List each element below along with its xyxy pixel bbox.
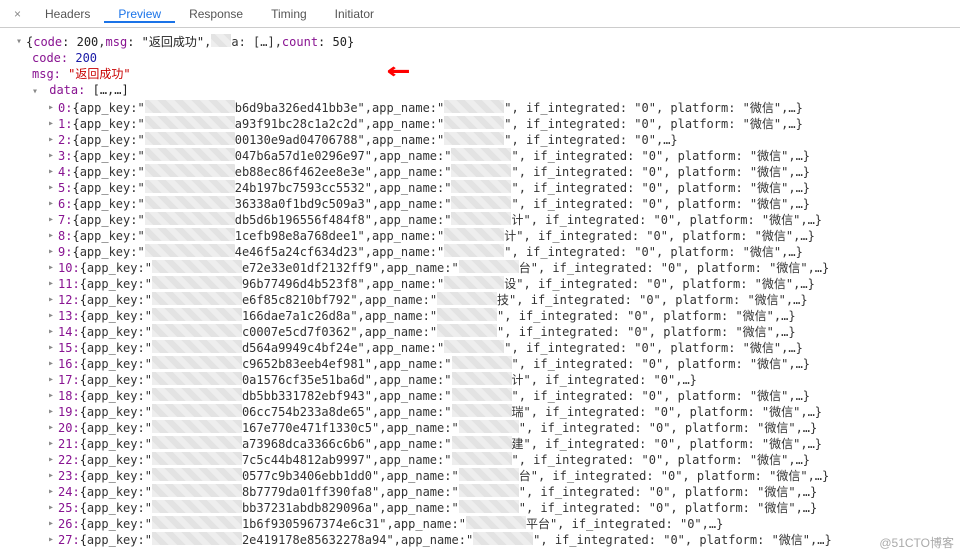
expand-icon[interactable] xyxy=(32,84,42,100)
expand-icon[interactable] xyxy=(48,196,58,212)
data-row[interactable]: 6: {app_key: "36338a0f1bd9c509a3", app_n… xyxy=(16,196,956,212)
expand-icon[interactable] xyxy=(48,324,58,340)
devtools-tabs: × HeadersPreviewResponseTimingInitiator xyxy=(0,0,960,28)
data-row[interactable]: 2: {app_key: "00130e9ad04706788", app_na… xyxy=(16,132,956,148)
expand-icon[interactable] xyxy=(48,132,58,148)
data-row[interactable]: 7: {app_key: "db5d6b196556f484f8", app_n… xyxy=(16,212,956,228)
expand-icon[interactable] xyxy=(48,340,58,356)
expand-icon[interactable] xyxy=(48,356,58,372)
data-row[interactable]: 24: {app_key: "8b7779da01ff390fa8", app_… xyxy=(16,484,956,500)
data-row[interactable]: 19: {app_key: "06cc754b233a8de65", app_n… xyxy=(16,404,956,420)
data-row[interactable]: 20: {app_key: "167e770e471f1330c5", app_… xyxy=(16,420,956,436)
expand-icon[interactable] xyxy=(48,500,58,516)
json-summary-row[interactable]: { code: 200, msg: "返回成功", a: […], count:… xyxy=(16,34,956,50)
data-row[interactable]: 12: {app_key: "e6f85c8210bf792", app_nam… xyxy=(16,292,956,308)
data-row[interactable]: 8: {app_key: "1cefb98e8a768dee1", app_na… xyxy=(16,228,956,244)
data-row[interactable]: 25: {app_key: "bb37231abdb829096a", app_… xyxy=(16,500,956,516)
expand-icon[interactable] xyxy=(48,308,58,324)
expand-icon[interactable] xyxy=(48,276,58,292)
data-row[interactable]: 10: {app_key: "e72e33e01df2132ff9", app_… xyxy=(16,260,956,276)
prop-msg[interactable]: msg: "返回成功" xyxy=(16,66,956,82)
expand-icon[interactable] xyxy=(48,532,58,548)
expand-icon[interactable] xyxy=(48,164,58,180)
prop-data[interactable]: data: […,…] xyxy=(16,82,956,100)
response-preview: ← { code: 200, msg: "返回成功", a: […], coun… xyxy=(0,28,960,554)
data-row[interactable]: 1: {app_key: "a93f91bc28c1a2c2d", app_na… xyxy=(16,116,956,132)
data-row[interactable]: 0: {app_key: "b6d9ba326ed41bb3e", app_na… xyxy=(16,100,956,116)
expand-icon[interactable] xyxy=(48,468,58,484)
prop-code[interactable]: code: 200 xyxy=(16,50,956,66)
watermark: @51CTO博客 xyxy=(879,534,954,551)
expand-icon[interactable] xyxy=(48,116,58,132)
data-row[interactable]: 11: {app_key: "96b77496d4b523f8", app_na… xyxy=(16,276,956,292)
expand-icon[interactable] xyxy=(48,404,58,420)
tab-timing[interactable]: Timing xyxy=(257,7,321,23)
data-row[interactable]: 3: {app_key: "047b6a57d1e0296e97", app_n… xyxy=(16,148,956,164)
expand-icon[interactable] xyxy=(48,388,58,404)
data-row[interactable]: 4: {app_key: "eb88ec86f462ee8e3e", app_n… xyxy=(16,164,956,180)
close-icon[interactable]: × xyxy=(4,7,31,21)
data-row[interactable]: 13: {app_key: "166dae7a1c26d8a", app_nam… xyxy=(16,308,956,324)
data-row[interactable]: 27: {app_key: "2e419178e85632278a94", ap… xyxy=(16,532,956,548)
data-row[interactable]: 26: {app_key: "1b6f9305967374e6c31", app… xyxy=(16,516,956,532)
tab-response[interactable]: Response xyxy=(175,7,257,23)
expand-icon[interactable] xyxy=(48,436,58,452)
expand-icon[interactable] xyxy=(48,452,58,468)
data-row[interactable]: 14: {app_key: "c0007e5cd7f0362", app_nam… xyxy=(16,324,956,340)
expand-icon[interactable] xyxy=(48,420,58,436)
data-row[interactable]: 22: {app_key: "7c5c44b4812ab9997", app_n… xyxy=(16,452,956,468)
data-row[interactable]: 17: {app_key: "0a1576cf35e51ba6d", app_n… xyxy=(16,372,956,388)
tab-headers[interactable]: Headers xyxy=(31,7,104,23)
data-row[interactable]: 18: {app_key: "db5bb331782ebf943", app_n… xyxy=(16,388,956,404)
expand-icon[interactable] xyxy=(48,100,58,116)
data-row[interactable]: 23: {app_key: "0577c9b3406ebb1dd0", app_… xyxy=(16,468,956,484)
tab-preview[interactable]: Preview xyxy=(104,7,175,23)
data-row[interactable]: 5: {app_key: "24b197bc7593cc5532", app_n… xyxy=(16,180,956,196)
expand-icon[interactable] xyxy=(48,180,58,196)
expand-icon[interactable] xyxy=(48,372,58,388)
expand-icon[interactable] xyxy=(48,148,58,164)
expand-icon[interactable] xyxy=(48,260,58,276)
expand-icon[interactable] xyxy=(48,212,58,228)
data-row[interactable]: 15: {app_key: "d564a9949c4bf24e", app_na… xyxy=(16,340,956,356)
data-row[interactable]: 21: {app_key: "a73968dca3366c6b6", app_n… xyxy=(16,436,956,452)
expand-icon[interactable] xyxy=(48,516,58,532)
expand-icon[interactable] xyxy=(16,34,26,50)
data-row[interactable]: 16: {app_key: "c9652b83eeb4ef981", app_n… xyxy=(16,356,956,372)
expand-icon[interactable] xyxy=(48,292,58,308)
expand-icon[interactable] xyxy=(48,484,58,500)
expand-icon[interactable] xyxy=(48,244,58,260)
expand-icon[interactable] xyxy=(48,228,58,244)
data-row[interactable]: 9: {app_key: "4e46f5a24cf634d23", app_na… xyxy=(16,244,956,260)
tab-initiator[interactable]: Initiator xyxy=(321,7,388,23)
